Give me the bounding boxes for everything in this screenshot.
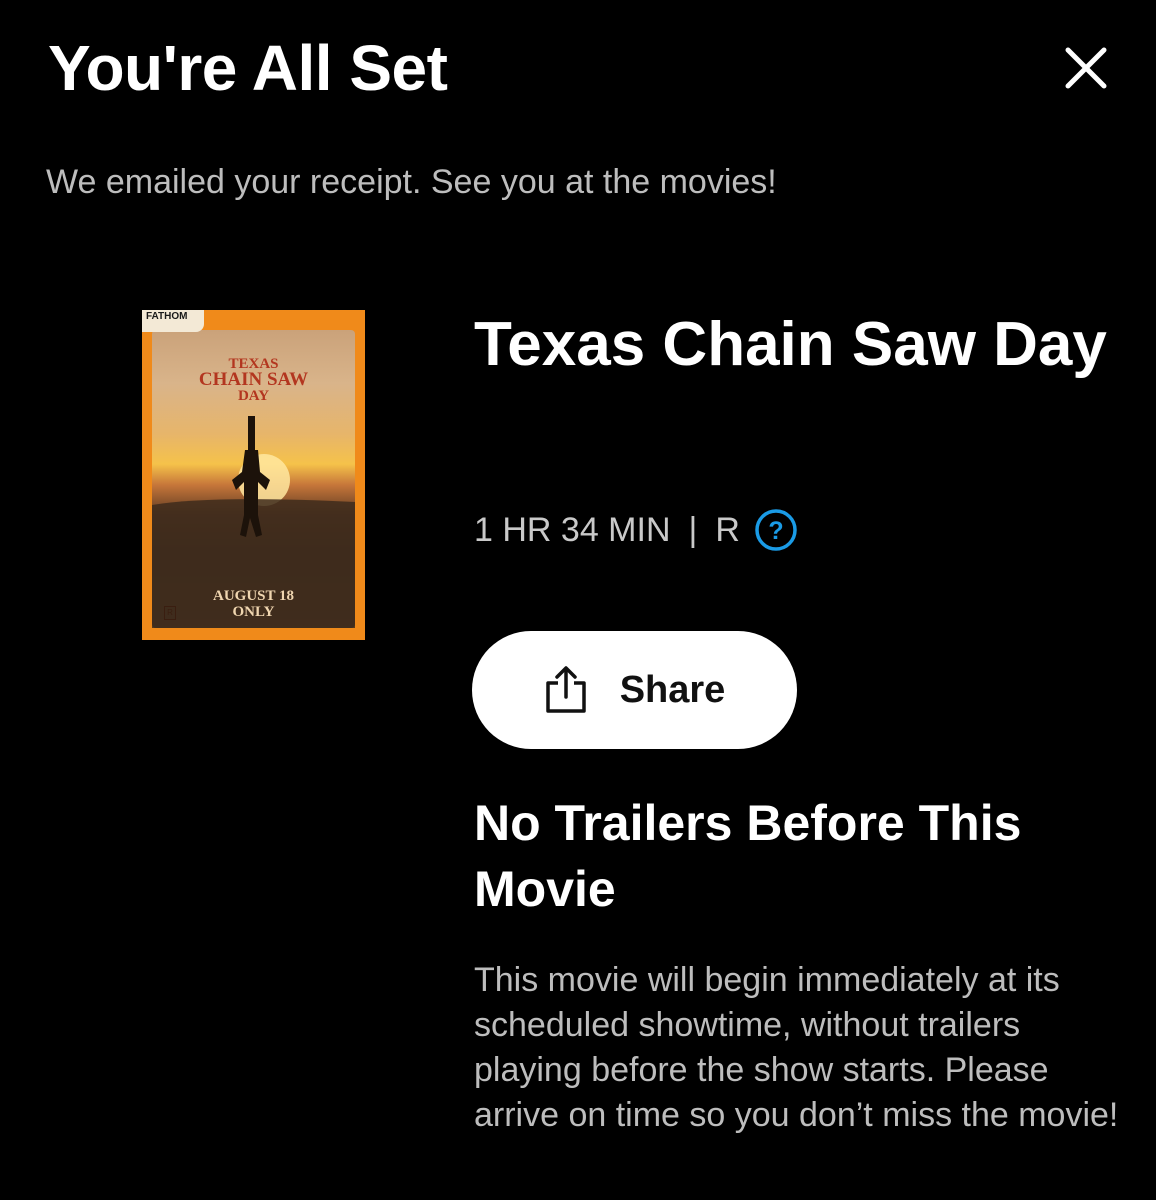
page-title: You're All Set: [48, 32, 448, 104]
svg-text:?: ?: [768, 517, 783, 545]
share-button[interactable]: Share: [472, 631, 797, 749]
question-circle-icon[interactable]: ?: [754, 508, 798, 552]
receipt-message: We emailed your receipt. See you at the …: [46, 163, 777, 201]
movie-title: Texas Chain Saw Day: [474, 310, 1107, 379]
movie-meta: 1 HR 34 MIN | R ?: [474, 508, 798, 552]
poster-date-line: ONLY: [232, 604, 275, 620]
poster-date: AUGUST 18 ONLY: [152, 588, 355, 620]
close-icon: [1065, 47, 1107, 89]
confirmation-screen: You're All Set We emailed your receipt. …: [0, 0, 1156, 1200]
poster-rating-mark: R: [164, 606, 176, 620]
share-icon: [545, 666, 586, 713]
meta-separator: |: [688, 510, 698, 549]
rating: R: [715, 510, 740, 549]
poster-figure: [152, 416, 355, 628]
runtime: 1 HR 34 MIN: [474, 510, 671, 549]
no-trailers-description: This movie will begin immediately at its…: [474, 961, 1119, 1134]
poster-brand-logo: FATHOM: [142, 310, 204, 332]
no-trailers-heading: No Trailers Before This Movie: [474, 795, 1022, 917]
close-button[interactable]: [1058, 40, 1114, 96]
share-label: Share: [619, 668, 726, 711]
movie-poster: TEXAS CHAIN SAW DAY AUGUST 18 ONLY R FAT…: [142, 310, 365, 640]
poster-date-line: AUGUST 18: [213, 588, 294, 604]
poster-artwork: TEXAS CHAIN SAW DAY AUGUST 18 ONLY R: [152, 330, 355, 628]
